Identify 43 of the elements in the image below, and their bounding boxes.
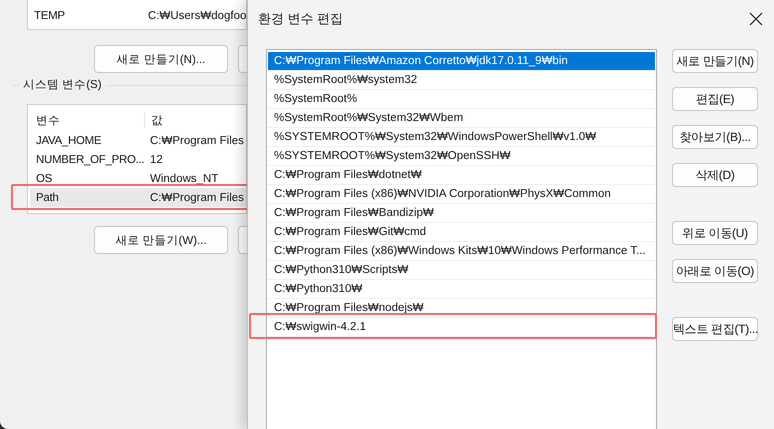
list-row[interactable]: OS Windows_NT [30, 169, 246, 188]
group-title: 시스템 변수(S) [19, 77, 106, 92]
path-item[interactable]: C:₩Program Files₩dotnet₩ [268, 166, 655, 185]
variable-value: 12 [149, 154, 163, 166]
column-header: 값 [150, 114, 163, 128]
new-button[interactable]: 새로 만들기(N)... [94, 45, 228, 73]
dialog-button[interactable]: 텍스트 편집(T)... [672, 317, 758, 341]
path-item[interactable]: C:₩Program Files₩nodejs₩ [268, 299, 655, 318]
path-item[interactable]: %SYSTEMROOT%₩System32₩OpenSSH₩ [268, 147, 655, 166]
path-item[interactable]: C:₩Program Files (x86)₩Windows Kits₩10₩Windows Performance T... [268, 242, 655, 261]
window-title: 환경 변수 편집 [258, 10, 344, 28]
variable-value: C:₩Program Files [149, 134, 244, 146]
variable-value: C:₩Program Files [149, 192, 244, 204]
list-row[interactable]: Path C:₩Program Files [30, 188, 246, 207]
new-button[interactable]: 새로 만들기(W)... [94, 226, 228, 254]
variable-name: OS [35, 172, 54, 184]
path-item[interactable]: %SystemRoot%₩System32₩Wbem [268, 109, 655, 128]
path-item[interactable]: C:₩Program Files (x86)₩NVIDIA Corporation₩PhysX₩Common [268, 185, 655, 204]
dialog-button[interactable]: 삭제(D) [672, 163, 758, 187]
dialog-button[interactable]: 아래로 이동(O) [672, 259, 758, 283]
variable-name: JAVA_HOME [35, 134, 102, 146]
path-item[interactable]: %SystemRoot%₩system32 [268, 71, 655, 90]
path-item[interactable]: C:₩Python310₩Scripts₩ [268, 261, 655, 280]
path-item[interactable]: C:₩Program Files₩Amazon Corretto₩jdk17.0.11_9₩bin [268, 52, 655, 71]
path-item[interactable]: %SystemRoot% [268, 90, 655, 109]
path-item[interactable]: C:₩Python310₩ [268, 280, 655, 299]
list-row[interactable]: JAVA_HOME C:₩Program Files [30, 131, 246, 150]
dialog-button[interactable]: 위로 이동(U) [672, 221, 758, 245]
variable-name: TEMP [33, 10, 66, 22]
list-row[interactable]: NUMBER_OF_PRO... 12 [30, 150, 246, 169]
path-item[interactable]: %SYSTEMROOT%₩System32₩WindowsPowerShell₩v1.0₩ [268, 128, 655, 147]
dialog-button[interactable]: 편집(E) [672, 87, 758, 111]
path-item[interactable]: C:₩swigwin-4.2.1 [268, 318, 655, 337]
path-item[interactable]: C:₩Program Files₩Bandizip₩ [268, 204, 655, 223]
variable-name: NUMBER_OF_PRO... [35, 154, 144, 166]
variable-value: C:₩Users₩dogfoo [147, 10, 246, 22]
dialog-button[interactable]: 새로 만들기(N) [672, 49, 758, 73]
variable-name: Path [35, 192, 60, 204]
column-header: 변수 [30, 112, 145, 128]
path-item[interactable]: C:₩Program Files₩Git₩cmd [268, 223, 655, 242]
close-icon[interactable] [749, 12, 763, 26]
dialog-button[interactable]: 찾아보기(B)... [672, 125, 758, 149]
variable-value: Windows_NT [149, 172, 218, 184]
